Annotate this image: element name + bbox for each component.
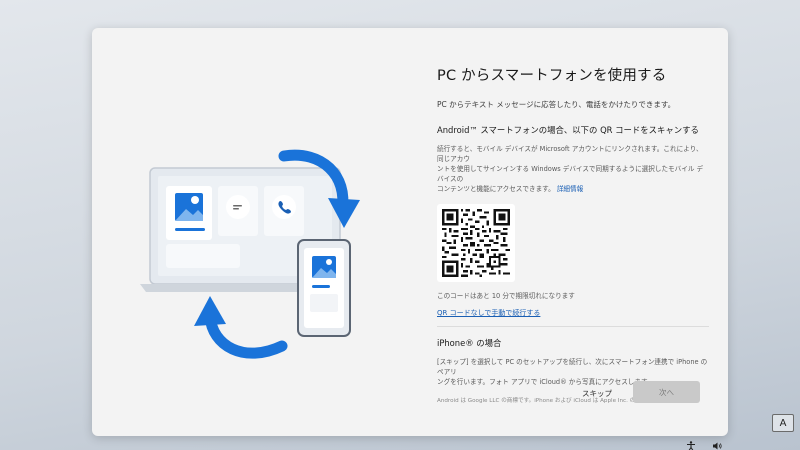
android-heading: Android™ スマートフォンの場合、以下の QR コードをスキャンする — [437, 125, 699, 135]
page-title: PC からスマートフォンを使用する — [437, 68, 667, 84]
content-area: PC からスマートフォンを使用する PC からテキスト メッセージに応答したり、… — [437, 64, 709, 404]
manual-continue-link[interactable]: QR コードなしで手動で続行する — [437, 308, 540, 318]
details-link[interactable]: 詳細情報 — [557, 185, 583, 193]
system-tray: A — [772, 414, 794, 432]
tray-icons — [686, 436, 722, 450]
accessibility-icon[interactable] — [686, 436, 696, 450]
input-language-indicator[interactable]: A — [772, 414, 794, 432]
iphone-heading: iPhone® の場合 — [437, 338, 502, 348]
phone-link-illustration — [132, 146, 372, 376]
android-desc-line-1: 続行すると、モバイル デバイスが Microsoft アカウントにリンクされます… — [437, 145, 703, 163]
iphone-desc-line-1: [スキップ] を選択して PC のセットアップを続行し、次にスマートフォン連携で… — [437, 358, 708, 376]
qr-code — [437, 204, 515, 282]
qr-code-icon — [442, 209, 510, 277]
android-desc-line-2: ントを使用してサインインする Windows デバイスで同期するように選択したモ… — [437, 165, 704, 183]
skip-button[interactable]: スキップ — [562, 382, 632, 404]
phone-illustration — [297, 239, 351, 337]
oobe-dialog: PC からスマートフォンを使用する PC からテキスト メッセージに応答したり、… — [92, 28, 728, 436]
section-divider — [437, 326, 709, 327]
android-desc-line-3: コンテンツと機能にアクセスできます。 — [437, 185, 555, 193]
qr-expiry-text: このコードはあと 10 分で期限切れになります — [437, 292, 575, 300]
android-description: 続行すると、モバイル デバイスが Microsoft アカウントにリンクされます… — [437, 144, 709, 194]
volume-icon[interactable] — [712, 436, 722, 450]
next-button[interactable]: 次へ — [633, 381, 700, 403]
page-subtitle: PC からテキスト メッセージに応答したり、電話をかけたりできます。 — [437, 100, 676, 109]
